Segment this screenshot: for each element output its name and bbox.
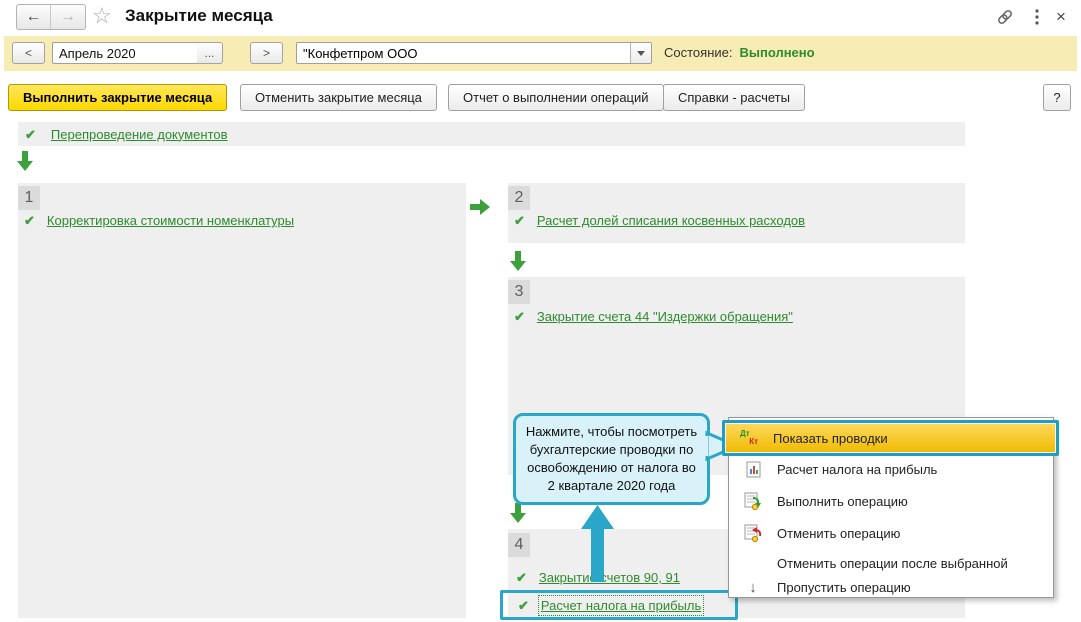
completed-check-icon: ✔ (518, 597, 529, 613)
context-menu: Дт Кт Показать проводки Расчет налога на… (722, 417, 1059, 600)
menu-item-income-tax-calculation[interactable]: Расчет налога на прибыль (729, 456, 1053, 482)
completed-check-icon: ✔ (25, 126, 36, 142)
step3-number-badge: 3 (508, 280, 530, 304)
step2-number-badge: 2 (508, 186, 530, 210)
certificates-calculations-button[interactable]: Справки - расчеты (663, 84, 805, 111)
operation-link-inventory-cost-adjustment[interactable]: Корректировка стоимости номенклатуры (47, 213, 294, 228)
cancel-operation-icon (743, 524, 763, 542)
menu-item-skip-operation[interactable]: ↓ Пропустить операцию (729, 574, 1053, 600)
history-nav-group: ← → (16, 4, 86, 30)
menu-item-show-postings[interactable]: Дт Кт Показать проводки (722, 420, 1059, 456)
menu-item-label: Выполнить операцию (777, 493, 908, 509)
dt-kt-icon: Дт Кт (740, 429, 758, 446)
callout-pointer-arrow-icon (581, 505, 614, 582)
menu-item-label: Отменить операции после выбранной (777, 555, 1008, 571)
operation-link-account44-closing[interactable]: Закрытие счета 44 "Издержки обращения" (537, 309, 793, 324)
organization-combo (296, 42, 652, 64)
operations-report-button[interactable]: Отчет о выполнении операций (448, 84, 664, 111)
period-picker-button[interactable]: ... (197, 42, 223, 64)
menu-item-execute-operation[interactable]: Выполнить операцию (729, 488, 1053, 514)
status-area: Состояние: Выполнено (664, 45, 815, 60)
skip-operation-icon: ↓ (749, 578, 757, 596)
close-icon[interactable]: × (1050, 6, 1072, 28)
favorite-star-icon[interactable]: ☆ (92, 3, 112, 29)
operation-link-indirect-expenses-shares[interactable]: Расчет долей списания косвенных расходов (537, 213, 805, 228)
next-period-button[interactable]: > (250, 42, 283, 64)
flow-arrow-down-icon (17, 151, 33, 171)
filter-bar: < ... > Состояние: Выполнено (4, 36, 1077, 71)
more-menu-icon[interactable] (1026, 6, 1048, 28)
tooltip-callout: Нажмите, чтобы посмотреть бухгалтерские … (513, 413, 710, 505)
menu-item-label: Пропустить операцию (777, 579, 911, 595)
help-button[interactable]: ? (1043, 84, 1071, 111)
highlighted-operation-income-tax: ✔ Расчет налога на прибыль (500, 590, 738, 620)
execute-operation-icon (743, 492, 763, 510)
flow-arrow-down-icon (510, 251, 526, 271)
menu-item-cancel-operations-after-selected[interactable]: Отменить операции после выбранной (729, 550, 1053, 576)
report-icon (743, 460, 763, 478)
step4-number-badge: 4 (508, 533, 530, 557)
period-field[interactable] (52, 42, 198, 64)
organization-dropdown-icon[interactable] (630, 43, 651, 63)
completed-check-icon: ✔ (516, 570, 527, 585)
previous-period-button[interactable]: < (12, 42, 45, 64)
page-title: Закрытие месяца (125, 6, 273, 25)
back-icon[interactable]: ← (17, 5, 51, 29)
actions-row: Выполнить закрытие месяца Отменить закры… (0, 83, 1081, 113)
flow-arrow-right-icon (470, 199, 490, 215)
status-badge: Выполнено (739, 45, 815, 60)
link-icon[interactable] (994, 6, 1016, 28)
step1-number-badge: 1 (18, 186, 40, 210)
operation-link-income-tax-calculation[interactable]: Расчет налога на прибыль (537, 594, 705, 616)
flow-arrow-down-icon (510, 503, 526, 523)
step1-panel: 1 ✔ Корректировка стоимости номенклатуры (18, 183, 466, 618)
menu-item-label: Отменить операцию (777, 525, 901, 541)
completed-check-icon: ✔ (514, 309, 525, 324)
tooltip-text: Нажмите, чтобы посмотреть бухгалтерские … (525, 424, 698, 493)
completed-check-icon: ✔ (24, 213, 35, 228)
reposting-bar: ✔ Перепроведение документов (18, 122, 965, 146)
menu-item-cancel-operation[interactable]: Отменить операцию (729, 520, 1053, 546)
organization-field[interactable] (296, 42, 652, 64)
menu-item-label: Расчет налога на прибыль (777, 461, 938, 477)
cancel-month-closing-button[interactable]: Отменить закрытие месяца (240, 84, 437, 111)
step2-panel: 2 ✔ Расчет долей списания косвенных расх… (508, 183, 965, 243)
menu-item-label: Показать проводки (773, 430, 888, 446)
no-icon (743, 554, 763, 572)
execute-month-closing-button[interactable]: Выполнить закрытие месяца (8, 84, 228, 111)
reposting-documents-link[interactable]: Перепроведение документов (51, 127, 228, 142)
title-bar: ← → ☆ Закрытие месяца × (0, 0, 1081, 34)
completed-check-icon: ✔ (514, 213, 525, 228)
month-closing-window: ← → ☆ Закрытие месяца × < ... > (0, 0, 1081, 622)
status-label: Состояние: (664, 45, 733, 60)
forward-icon[interactable]: → (51, 5, 85, 29)
